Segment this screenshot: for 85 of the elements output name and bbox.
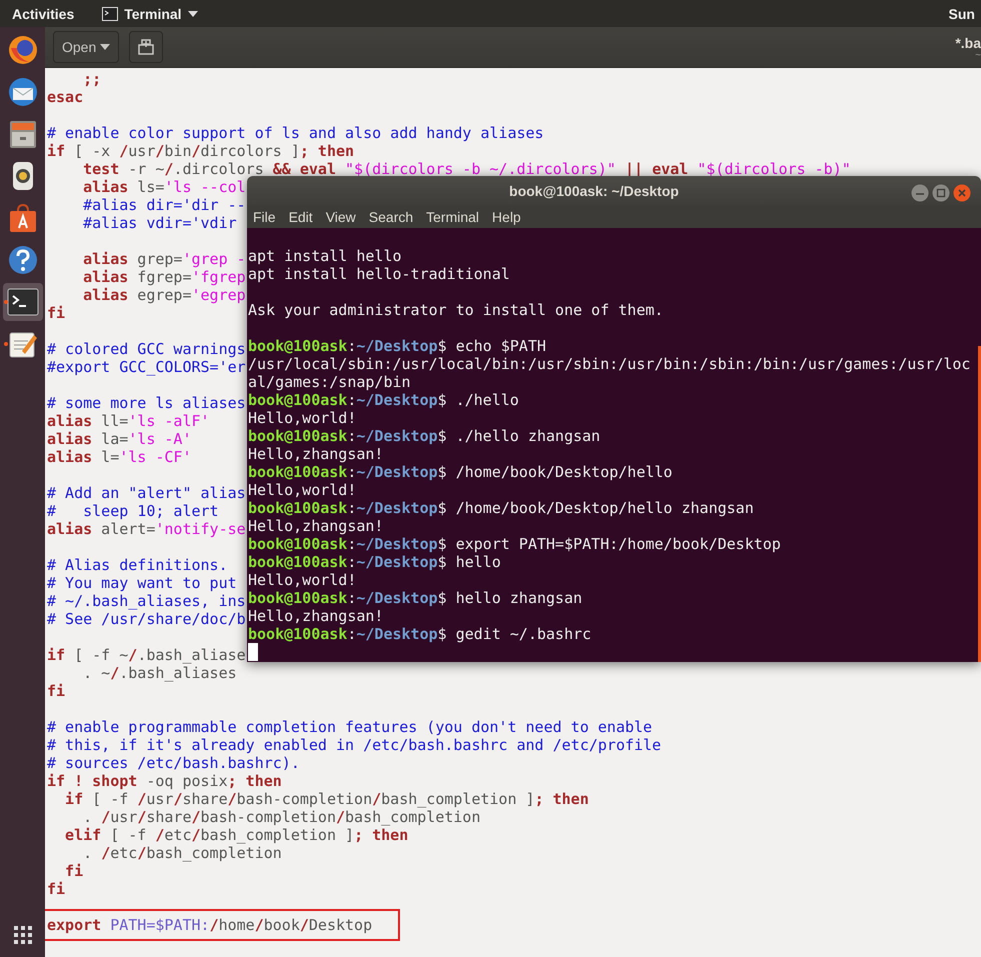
code-line: # enable programmable completion features (you don't need to enable: [47, 718, 652, 736]
code-line: #alias vdir='vdir: [82, 214, 237, 232]
open-button[interactable]: Open: [53, 31, 120, 63]
terminal-line: book@100ask:~/Desktop$ ./hello zhangsan: [248, 427, 602, 445]
terminal-line: Hello,world!: [248, 571, 358, 589]
terminal-line: book@100ask:~/Desktop$ gedit ~/.bashrc: [248, 625, 592, 643]
terminal-line: book@100ask:~/Desktop$ ./hello: [248, 391, 520, 409]
globe-icon: [6, 34, 38, 66]
terminal-line: Ask your administrator to install one of them.: [248, 301, 664, 319]
code-line: # Add an "alert" alias: [47, 484, 246, 502]
terminal-line: apt install hello: [248, 247, 403, 265]
clock[interactable]: Sun: [948, 6, 975, 22]
app-menu[interactable]: Terminal: [102, 6, 198, 22]
code-line: alias egrep='egrep: [82, 286, 246, 304]
code-line: alias fgrep='fgrep: [82, 268, 246, 286]
menu-item[interactable]: Terminal: [426, 208, 480, 224]
caret-icon: [188, 10, 198, 16]
terminal-line: Hello,world!: [248, 481, 358, 499]
document-path: ~: [975, 51, 981, 61]
code-line: # You may want to put: [47, 574, 237, 592]
code-line: ;;: [82, 70, 102, 88]
caret-icon: [100, 44, 110, 50]
close-button[interactable]: [953, 184, 971, 202]
terminal-line: book@100ask:~/Desktop$ echo $PATH: [248, 337, 548, 355]
terminal-line: Hello,world!: [248, 409, 358, 427]
menu-item[interactable]: File: [253, 208, 276, 224]
terminal-line: book@100ask:~/Desktop$ /home/book/Desktop/hello: [248, 463, 674, 481]
terminal-line: apt install hello-traditional: [248, 265, 511, 283]
terminal-line: /usr/local/sbin:/usr/local/bin:/usr/sbin:/usr/bin:/sbin:/bin:/usr/games:/usr/loc: [248, 355, 972, 373]
code-line: # See /usr/share/doc/b: [47, 610, 246, 628]
dock-item[interactable]: [2, 283, 42, 321]
code-line: alias alert='notify-se: [47, 520, 246, 538]
code-line: if ! shopt -oq posix; then: [47, 772, 282, 790]
terminal-line: book@100ask:~/Desktop$ export PATH=$PATH:/home/book/Desktop: [248, 535, 782, 553]
window-title: book@100ask: ~/Desktop: [509, 182, 679, 198]
code-line: # colored GCC warnings: [47, 340, 246, 358]
code-line: # this, if it's already enabled in /etc/bash.bashrc and /etc/profile: [47, 736, 662, 754]
help-icon: [6, 244, 38, 276]
code-line: if [ -f ~/.bash_aliase: [47, 646, 246, 664]
code-line: # sources /etc/bash.bashrc).: [47, 754, 300, 772]
code-line: . /usr/share/bash-completion/bash_completion: [82, 808, 480, 826]
code-line: alias ll='ls -alF': [47, 412, 210, 430]
code-line: elif [ -f /etc/bash_completion ]; then: [64, 826, 408, 844]
code-line: #alias dir='dir --: [82, 196, 246, 214]
menu-item[interactable]: Search: [368, 208, 414, 224]
minimize-button[interactable]: [911, 184, 929, 202]
code-line: if [ -x /usr/bin/dircolors ]; then: [47, 142, 354, 160]
menu-item[interactable]: Edit: [288, 208, 313, 224]
terminal-line: Hello,zhangsan!: [248, 517, 384, 535]
code-line: # enable color support of ls and also add handy aliases: [47, 124, 544, 142]
code-line: . /etc/bash_completion: [83, 844, 282, 862]
code-line: #export GCC_COLORS='er: [47, 358, 246, 376]
terminal-line: al/games:/snap/bin: [248, 373, 412, 391]
terminal-line: book@100ask:~/Desktop$ hello zhangsan: [248, 589, 584, 607]
code-line: alias l='ls -CF': [47, 448, 192, 466]
terminal-line: book@100ask:~/Desktop$ /home/book/Desktop/hello zhangsan: [248, 499, 755, 517]
code-line: # some more ls aliases: [47, 394, 246, 412]
document-title: *.ba: [955, 35, 981, 51]
code-line: # Alias definitions.: [47, 556, 228, 574]
terminal-line: Hello,zhangsan!: [248, 607, 384, 625]
new-document-icon: [138, 39, 154, 55]
code-line: fi: [47, 880, 66, 898]
code-line: . ~/.bash_aliases: [82, 664, 237, 682]
code-line: fi: [47, 682, 66, 700]
terminal-line: Hello,zhangsan!: [248, 445, 384, 463]
code-line: # ~/.bash_aliases, ins: [47, 592, 246, 610]
text-cursor: [248, 643, 258, 661]
scroll-bar[interactable]: [978, 346, 981, 662]
code-line: alias la='ls -A': [47, 430, 192, 448]
menu-item[interactable]: Help: [492, 208, 521, 224]
terminal-line: book@100ask:~/Desktop$ hello: [248, 553, 502, 571]
activities-button[interactable]: Activities: [12, 6, 74, 22]
code-line: fi: [47, 304, 66, 322]
new-document-button[interactable]: [129, 31, 164, 63]
terminal-icon: [102, 6, 118, 20]
code-line: alias ls='ls --col: [82, 178, 246, 196]
code-line: if [ -f /usr/share/bash-completion/bash_completion ]; then: [64, 790, 589, 808]
envelope-icon: [6, 76, 38, 108]
code-line: fi: [64, 862, 84, 880]
terminal-icon: [6, 288, 38, 316]
menu-item[interactable]: View: [326, 208, 356, 224]
maximize-button[interactable]: [932, 184, 950, 202]
code-line: # sleep 10; alert: [47, 502, 219, 520]
code-line: esac: [47, 88, 84, 106]
code-line: alias grep='grep -: [82, 250, 246, 268]
